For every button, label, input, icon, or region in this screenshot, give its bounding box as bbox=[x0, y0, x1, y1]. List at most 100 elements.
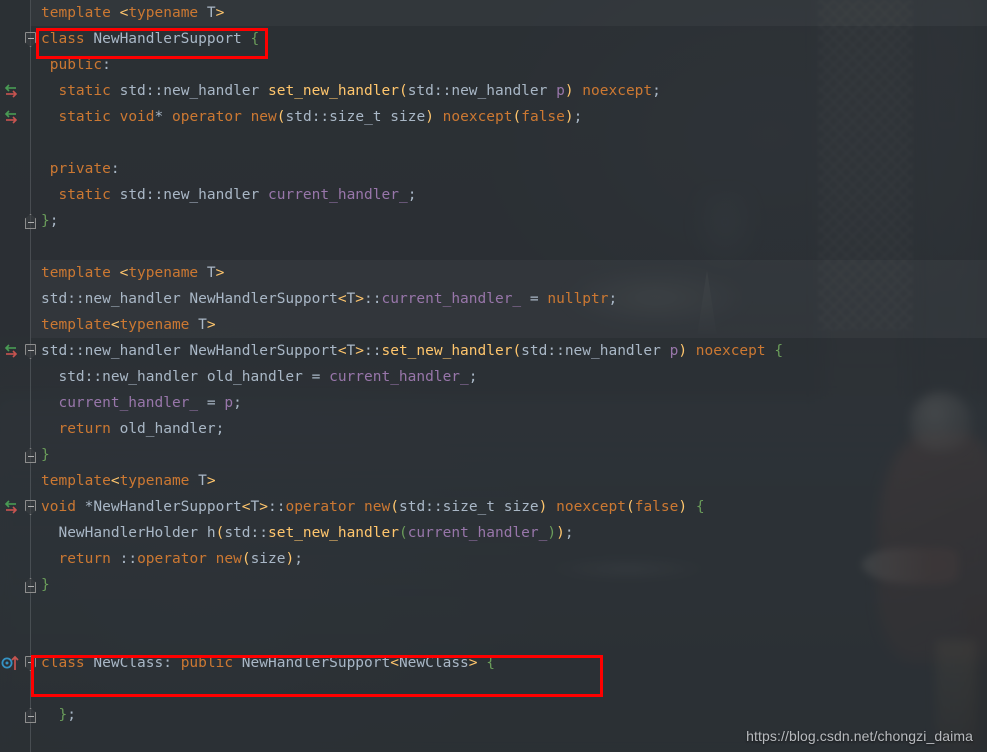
code-line[interactable]: template <typename T> bbox=[31, 260, 987, 286]
code-token: ; bbox=[573, 109, 583, 125]
code-token: size bbox=[250, 551, 286, 567]
code-token: < bbox=[241, 499, 251, 515]
code-token: * bbox=[154, 109, 172, 125]
implemented-method-icon[interactable] bbox=[2, 497, 20, 517]
code-token: ) bbox=[564, 83, 574, 99]
code-token: = bbox=[198, 395, 225, 411]
code-token: set_new_handler bbox=[268, 83, 399, 99]
code-token: ; bbox=[608, 291, 618, 307]
code-token: template bbox=[41, 317, 111, 333]
code-line[interactable]: }; bbox=[31, 702, 987, 728]
code-token: set_new_handler bbox=[381, 343, 513, 359]
code-token: ( bbox=[398, 83, 408, 99]
code-token: ( bbox=[398, 525, 408, 541]
code-token: ; bbox=[49, 213, 59, 229]
code-token: ) bbox=[425, 109, 434, 125]
code-line[interactable]: public: bbox=[31, 52, 987, 78]
code-token: public bbox=[180, 655, 234, 671]
implemented-method-icon[interactable] bbox=[2, 107, 20, 127]
code-token: noexcept bbox=[556, 499, 626, 515]
code-line[interactable] bbox=[31, 624, 987, 650]
code-line[interactable]: class NewClass: public NewHandlerSupport… bbox=[31, 650, 987, 676]
code-token: template bbox=[41, 473, 111, 489]
code-token: current_handler_ bbox=[58, 395, 199, 411]
code-line[interactable]: static void* operator new(std::size_t si… bbox=[31, 104, 987, 130]
code-line[interactable]: } bbox=[31, 572, 987, 598]
code-token: static bbox=[58, 187, 111, 203]
code-token: > bbox=[206, 473, 216, 489]
code-line[interactable]: return old_handler; bbox=[31, 416, 987, 442]
code-line[interactable]: current_handler_ = p; bbox=[31, 390, 987, 416]
code-token: class bbox=[41, 655, 85, 671]
code-line[interactable]: std::new_handler NewHandlerSupport<T>::c… bbox=[31, 286, 987, 312]
code-token: std::new_handler NewHandlerSupport bbox=[41, 343, 338, 359]
code-line[interactable]: void *NewHandlerSupport<T>::operator new… bbox=[31, 494, 987, 520]
code-token: p bbox=[669, 343, 679, 359]
code-line[interactable]: class NewHandlerSupport { bbox=[31, 26, 987, 52]
code-token: } bbox=[41, 577, 50, 593]
code-token: typename bbox=[119, 317, 190, 333]
code-line[interactable]: static std::new_handler current_handler_… bbox=[31, 182, 987, 208]
code-token: T bbox=[250, 499, 260, 515]
code-token: : bbox=[102, 57, 111, 73]
code-token: NewClass bbox=[398, 655, 469, 671]
code-token: operator bbox=[171, 109, 242, 125]
code-text-area[interactable]: template <typename T> class NewHandlerSup… bbox=[31, 0, 987, 752]
code-token: p bbox=[556, 83, 565, 99]
code-token: set_new_handler bbox=[268, 525, 399, 541]
code-token: std:: bbox=[224, 525, 268, 541]
code-token: { bbox=[250, 31, 260, 47]
code-token: > bbox=[206, 317, 216, 333]
code-line[interactable]: template <typename T> bbox=[31, 0, 987, 26]
code-token: = bbox=[521, 291, 548, 307]
implemented-method-icon[interactable] bbox=[2, 81, 20, 101]
code-line[interactable] bbox=[31, 234, 987, 260]
code-token: : bbox=[110, 161, 120, 177]
code-line[interactable]: std::new_handler NewHandlerSupport<T>::s… bbox=[31, 338, 987, 364]
code-line[interactable] bbox=[31, 676, 987, 702]
code-line[interactable]: template<typename T> bbox=[31, 312, 987, 338]
code-token: ; bbox=[67, 707, 76, 723]
code-token: ) bbox=[678, 499, 688, 515]
code-token: std::size_t size bbox=[398, 499, 539, 515]
code-token: return bbox=[58, 551, 111, 567]
code-token: current_handler_ bbox=[268, 187, 408, 203]
code-token: ) bbox=[678, 343, 688, 359]
code-line[interactable]: NewHandlerHolder h(std::set_new_handler(… bbox=[31, 520, 987, 546]
code-line[interactable]: }; bbox=[31, 208, 987, 234]
code-token: T bbox=[198, 265, 216, 281]
implemented-method-icon[interactable] bbox=[2, 341, 20, 361]
code-line[interactable] bbox=[31, 130, 987, 156]
code-editor[interactable]: template <typename T> class NewHandlerSup… bbox=[0, 0, 987, 752]
subclass-inheritance-icon[interactable] bbox=[1, 653, 21, 673]
code-token: T bbox=[346, 291, 356, 307]
code-token: void bbox=[41, 499, 76, 515]
code-line[interactable]: return ::operator new(size); bbox=[31, 546, 987, 572]
code-token: typename bbox=[119, 473, 190, 489]
code-token: > bbox=[355, 291, 365, 307]
code-token: current_handler_ bbox=[381, 291, 522, 307]
code-line[interactable]: static std::new_handler set_new_handler(… bbox=[31, 78, 987, 104]
code-line[interactable]: } bbox=[31, 442, 987, 468]
code-token: :: bbox=[268, 499, 286, 515]
code-line[interactable]: std::new_handler old_handler = current_h… bbox=[31, 364, 987, 390]
code-token: { bbox=[774, 343, 784, 359]
code-token: T bbox=[346, 343, 356, 359]
code-token: > bbox=[259, 499, 268, 515]
code-token: ) bbox=[547, 525, 557, 541]
code-token: false bbox=[634, 499, 679, 515]
code-token: ; bbox=[294, 551, 303, 567]
code-line[interactable]: private: bbox=[31, 156, 987, 182]
code-line[interactable]: template<typename T> bbox=[31, 468, 987, 494]
code-token: new bbox=[250, 109, 277, 125]
code-line[interactable] bbox=[31, 598, 987, 624]
code-token: ) bbox=[556, 525, 565, 541]
